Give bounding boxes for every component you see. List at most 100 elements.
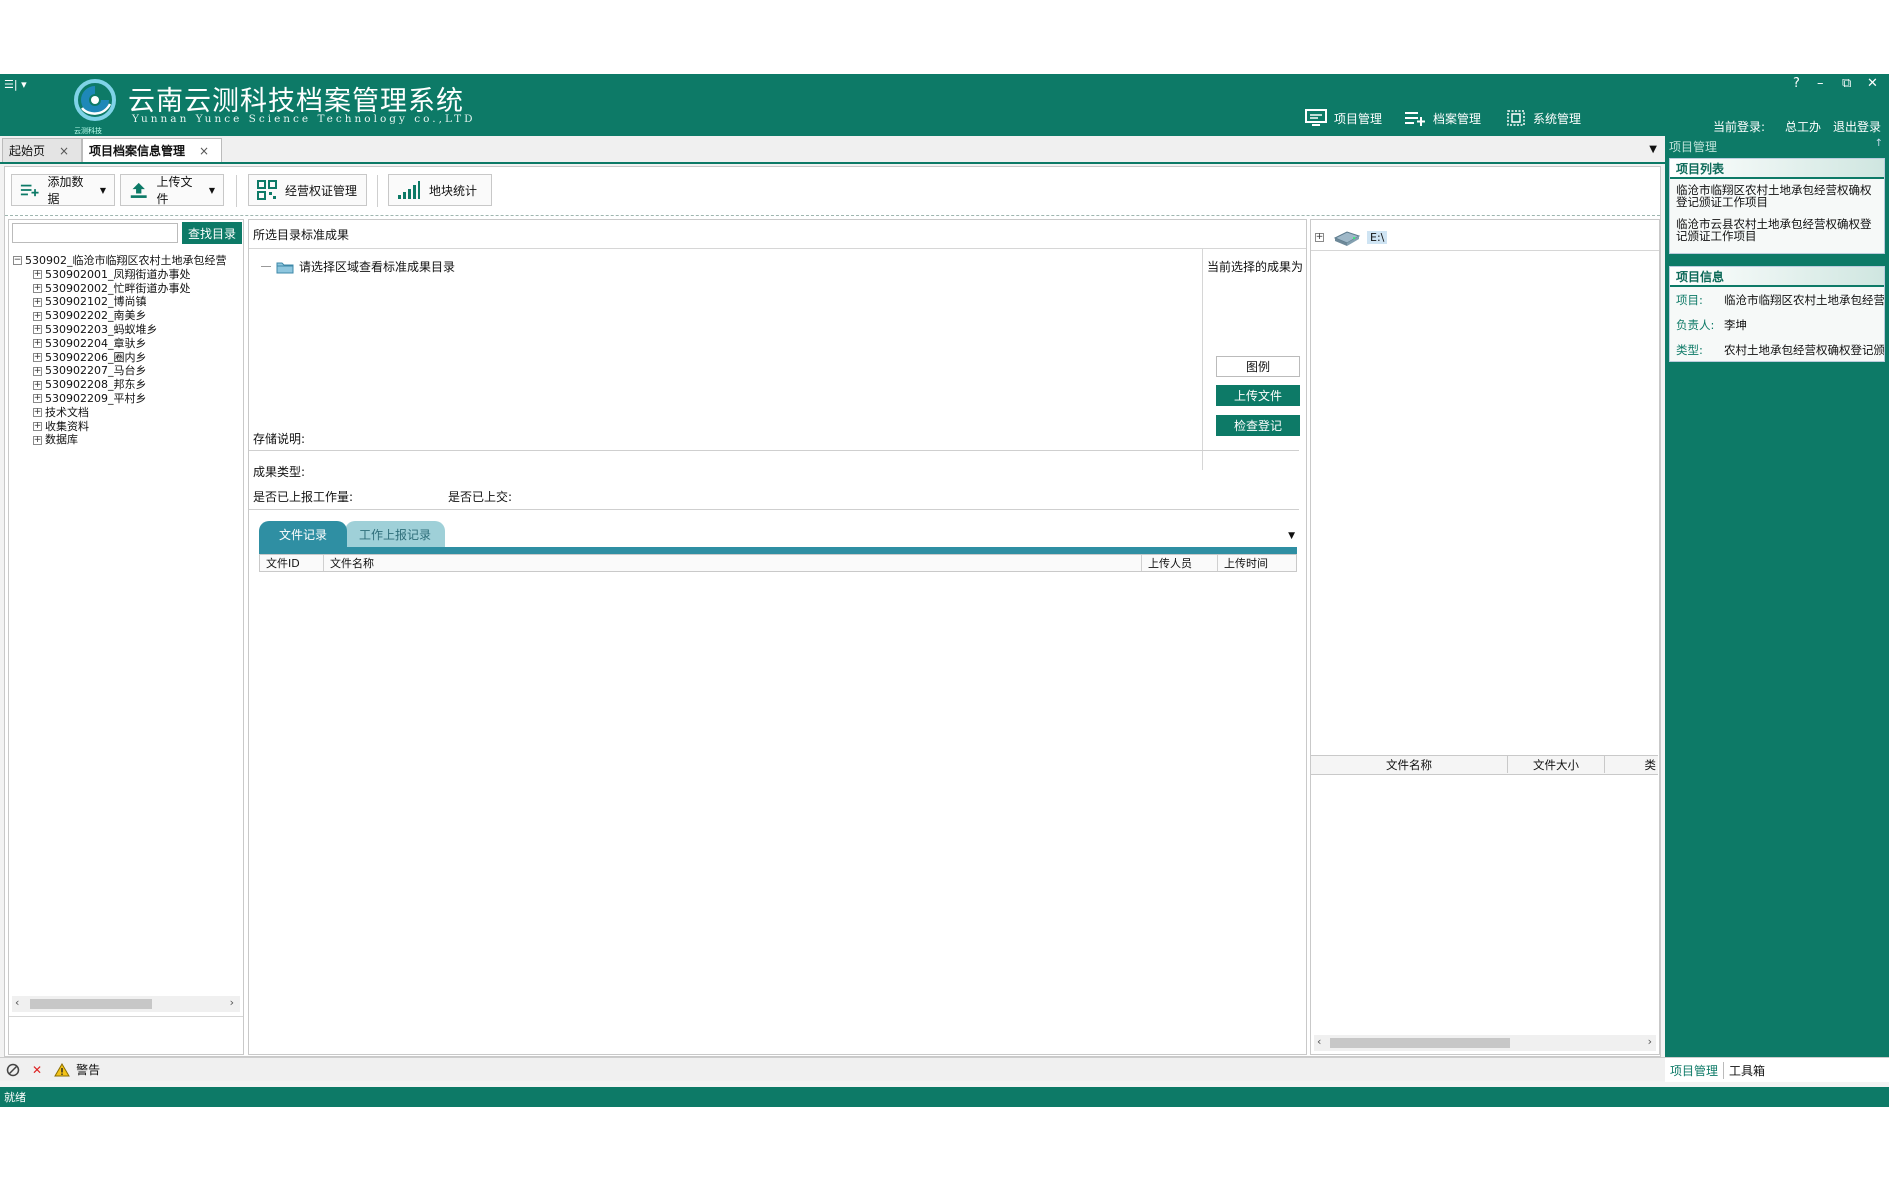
warning-tab[interactable]: 警告 [54,1061,100,1078]
scrollbar-thumb[interactable] [30,999,152,1009]
upload-file-side-button[interactable]: 上传文件 [1216,385,1300,406]
scroll-right-icon[interactable]: › [1648,1035,1652,1048]
folder-hint: 请选择区域查看标准成果目录 [299,260,456,274]
project-list-item[interactable]: 临沧市临翔区农村土地承包经营权确权登记颁证工作项目 [1670,182,1884,210]
column-header-uploader[interactable]: 上传人员 [1142,555,1218,571]
tree-node-label: 530902102_博尚镇 [45,295,147,309]
tree-node[interactable]: +530902204_章驮乡 [13,337,227,351]
expand-icon[interactable]: + [33,421,42,431]
dropdown-caret-icon: ▼ [208,185,215,195]
chevron-down-icon[interactable]: ▼ [1649,144,1657,155]
file-browser-panel: + E:\ 文件名称 文件大小 类 ‹ › [1310,219,1660,1055]
scroll-right-icon[interactable]: › [230,996,234,1009]
system-grid-icon [1507,110,1525,126]
document-tab-strip: 起始页 × 项目档案信息管理 × ▼ [0,136,1665,164]
menu-archive-management[interactable]: 档案管理 [1404,108,1481,128]
expand-icon[interactable]: + [33,394,42,404]
tree-node[interactable]: +530902208_邦东乡 [13,378,227,392]
scrollbar-thumb[interactable] [1330,1038,1510,1048]
tree-node[interactable]: +530902207_马台乡 [13,364,227,378]
directory-search-input[interactable] [12,223,178,243]
tree-node[interactable]: +530902209_平村乡 [13,392,227,406]
project-management-panel: 项目管理 ↑ 项目列表 临沧市临翔区农村土地承包经营权确权登记颁证工作项目 临沧… [1665,136,1889,1057]
restore-button[interactable]: ⧉ [1842,76,1851,91]
tab-project-archive-info[interactable]: 项目档案信息管理 × [82,138,222,162]
scroll-left-icon[interactable]: ‹ [15,996,19,1009]
file-records-grid-header: 文件ID 文件名称 上传人员 上传时间 [259,554,1297,572]
column-header-file-id[interactable]: 文件ID [260,555,324,571]
error-icon[interactable]: ✕ [32,1063,42,1077]
column-header-file-size[interactable]: 文件大小 [1508,756,1605,773]
project-list-item[interactable]: 临沧市云县农村土地承包经营权确权登记颁证工作项目 [1670,216,1884,244]
horizontal-scrollbar[interactable]: ‹ › [1314,1035,1656,1051]
expand-icon[interactable]: + [33,366,42,376]
tree-node-label: 530902_临沧市临翔区农村土地承包经营 [25,254,227,267]
tree-node[interactable]: +530902002_忙畔街道办事处 [13,282,227,296]
tab-label: 项目档案信息管理 [89,144,186,158]
expand-icon[interactable]: + [33,435,42,445]
horizontal-scrollbar[interactable]: ‹ › [12,996,240,1012]
tab-work-report-records[interactable]: 工作上报记录 [345,521,445,547]
panel-title: 项目管理 [1669,140,1718,154]
tab-project-management[interactable]: 项目管理 [1665,1061,1725,1079]
expand-icon[interactable]: + [33,297,42,307]
reported-workload-label: 是否已上报工作量: [253,490,354,504]
column-header-file-name[interactable]: 文件名称 [1311,756,1508,773]
column-header-upload-time[interactable]: 上传时间 [1218,555,1296,571]
expand-icon[interactable]: + [1315,232,1324,242]
expand-icon[interactable]: + [33,311,42,321]
expand-icon[interactable]: + [33,408,42,418]
results-tree-node[interactable]: 请选择区域查看标准成果目录 [261,258,455,275]
expand-icon[interactable]: + [33,283,42,293]
tab-toolbox[interactable]: 工具箱 [1724,1062,1770,1079]
add-data-button[interactable]: 添加数据 ▼ [11,174,115,206]
tab-start-page[interactable]: 起始页 × [2,138,82,162]
monitor-icon [1305,109,1327,126]
pin-icon[interactable]: ↑ [1875,138,1883,149]
folder-icon [276,262,294,273]
expand-icon[interactable]: + [33,339,42,349]
expand-icon[interactable]: + [33,352,42,362]
menu-system-management[interactable]: 系统管理 [1506,108,1581,128]
expand-icon[interactable]: + [33,325,42,335]
expand-icon[interactable]: + [33,270,42,280]
expand-icon[interactable]: + [33,380,42,390]
tree-node[interactable]: + 技术文档 [13,406,227,420]
scroll-left-icon[interactable]: ‹ [1317,1035,1321,1048]
column-header-file-name[interactable]: 文件名称 [324,555,1142,571]
find-directory-button[interactable]: 查找目录 [182,222,242,244]
info-value: 李坤 [1724,318,1747,332]
quick-access-toolbar[interactable]: ☰| ▾ [4,78,27,91]
tree-node-label: 530902203_蚂蚁堆乡 [45,322,158,336]
tree-node[interactable]: +530902001_凤翔街道办事处 [13,268,227,282]
tree-node[interactable]: +530902102_博尚镇 [13,295,227,309]
close-icon[interactable]: × [199,144,209,158]
legend-button[interactable]: 图例 [1216,356,1300,377]
clear-errors-icon[interactable] [6,1063,20,1077]
panel-divider [249,248,1306,249]
tab-file-records[interactable]: 文件记录 [259,521,347,547]
tree-node[interactable]: +530902202_南美乡 [13,309,227,323]
tab-underline-bar [259,547,1297,554]
help-button[interactable]: ? [1793,76,1800,91]
parcel-statistics-button[interactable]: 地块统计 [388,174,492,206]
collapse-icon[interactable]: − [13,256,22,266]
check-register-button[interactable]: 检查登记 [1216,415,1300,436]
tree-node[interactable]: +530902206_圈内乡 [13,351,227,365]
minimize-button[interactable]: – [1817,76,1824,91]
column-header-type[interactable]: 类 [1605,756,1658,773]
tree-node[interactable]: + 收集资料 [13,420,227,434]
tree-node[interactable]: + 数据库 [13,433,227,447]
chevron-down-icon[interactable]: ▼ [1288,531,1295,541]
status-bar: 就绪 [0,1087,1889,1107]
tree-node[interactable]: +530902203_蚂蚁堆乡 [13,323,227,337]
upload-file-button[interactable]: 上传文件 ▼ [120,174,224,206]
drive-tree-node[interactable]: + E:\ [1315,228,1388,246]
logout-link[interactable]: 退出登录 [1833,118,1881,135]
menu-project-management[interactable]: 项目管理 [1305,108,1382,128]
right-certificate-button[interactable]: 经营权证管理 [248,174,367,206]
close-icon[interactable]: × [59,144,69,158]
close-window-button[interactable]: ✕ [1867,76,1878,91]
login-user[interactable]: 总工办 [1785,118,1821,135]
tree-root-node[interactable]: − 530902_临沧市临翔区农村土地承包经营 [13,254,227,268]
